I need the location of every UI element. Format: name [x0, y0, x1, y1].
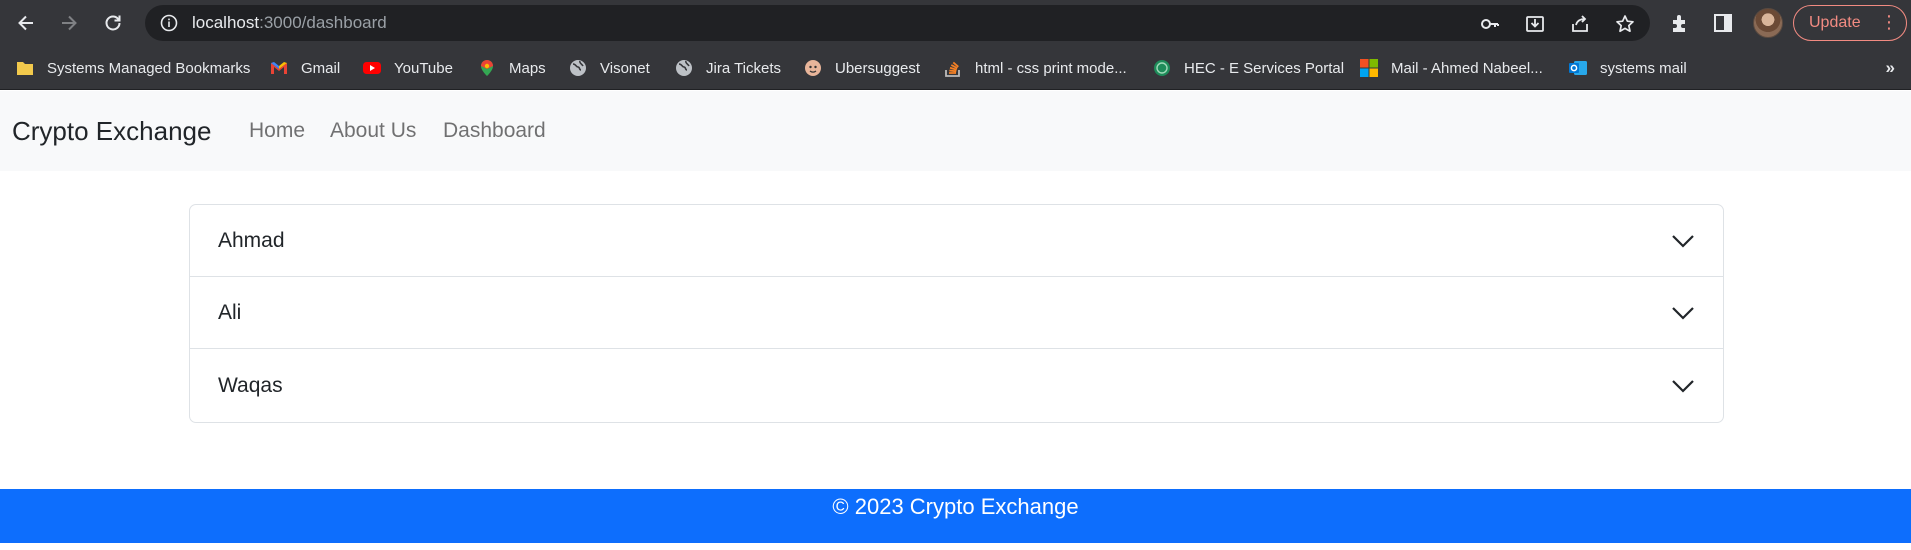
- extensions-icon[interactable]: [1669, 12, 1691, 34]
- forward-arrow-icon: [62, 15, 77, 31]
- accordion-item-title: Ali: [218, 301, 242, 324]
- back-button[interactable]: [11, 8, 41, 38]
- forward-button[interactable]: [54, 8, 84, 38]
- bookmark-label: Mail - Ahmed Nabeel...: [1391, 59, 1543, 77]
- update-label: Update: [1809, 14, 1861, 31]
- reload-button[interactable]: [98, 8, 128, 38]
- gmail-icon: [271, 62, 287, 74]
- bookmark-mail-ahmed[interactable]: Mail - Ahmed Nabeel...: [1360, 46, 1543, 90]
- bookmark-label: YouTube: [394, 59, 453, 77]
- bookmark-label: systems mail: [1600, 59, 1687, 77]
- hec-icon: [1154, 60, 1170, 76]
- microsoft-icon: [1360, 59, 1378, 77]
- stackoverflow-icon: [945, 61, 960, 77]
- chevron-down-icon: [1672, 307, 1694, 320]
- bookmark-ubersuggest[interactable]: Ubersuggest: [804, 46, 920, 90]
- accordion-item[interactable]: Ahmad: [190, 205, 1723, 277]
- bookmark-jira-tickets[interactable]: Jira Tickets: [675, 46, 781, 90]
- bookmarks-bar: Systems Managed Bookmarks Gmail YouTube …: [0, 46, 1911, 90]
- globe-icon: [570, 60, 586, 76]
- browser-toolbar: localhost:3000/dashboard Update ⋮: [0, 0, 1911, 46]
- maps-icon: [481, 60, 493, 76]
- bookmark-gmail[interactable]: Gmail: [270, 46, 340, 90]
- users-accordion: Ahmad Ali Waqas: [189, 204, 1724, 423]
- share-icon[interactable]: [1570, 14, 1590, 34]
- bookmarks-overflow-button[interactable]: »: [1886, 58, 1895, 78]
- bookmark-youtube[interactable]: YouTube: [363, 46, 453, 90]
- bookmark-label: Ubersuggest: [835, 59, 921, 77]
- outlook-icon: [1569, 61, 1587, 75]
- address-bar[interactable]: localhost:3000/dashboard: [145, 5, 1650, 41]
- nav-link-dashboard[interactable]: Dashboard: [443, 91, 546, 171]
- bookmark-label: html - css print mode...: [975, 59, 1127, 77]
- bookmark-hec-portal[interactable]: HEC - E Services Portal: [1153, 46, 1344, 90]
- bookmark-label: Maps: [509, 59, 546, 77]
- footer-copyright: © 2023 Crypto Exchange: [832, 494, 1079, 519]
- bookmark-maps[interactable]: Maps: [478, 46, 546, 90]
- bookmark-label: Systems Managed Bookmarks: [47, 59, 251, 77]
- profile-avatar[interactable]: [1753, 8, 1783, 38]
- accordion-item-title: Ahmad: [218, 229, 285, 252]
- back-arrow-icon: [18, 15, 33, 31]
- chevron-down-icon: [1672, 380, 1694, 393]
- install-app-icon[interactable]: [1525, 14, 1545, 34]
- accordion-item[interactable]: Ali: [190, 277, 1723, 349]
- bookmark-systems-managed[interactable]: Systems Managed Bookmarks: [16, 46, 250, 90]
- nav-link-home[interactable]: Home: [249, 91, 305, 171]
- navbar-brand[interactable]: Crypto Exchange: [12, 91, 211, 171]
- bookmark-label: Visonet: [600, 59, 650, 77]
- bookmark-systems-mail[interactable]: systems mail: [1569, 46, 1687, 90]
- chevron-down-icon: [1672, 235, 1694, 248]
- folder-icon: [17, 62, 33, 75]
- bookmark-label: HEC - E Services Portal: [1184, 59, 1345, 77]
- bookmark-visonet[interactable]: Visonet: [569, 46, 650, 90]
- more-menu-icon[interactable]: ⋮: [1880, 6, 1898, 38]
- bookmark-label: Gmail: [301, 59, 341, 77]
- side-panel-icon[interactable]: [1712, 12, 1734, 34]
- reload-icon: [105, 15, 121, 31]
- bookmark-stackoverflow[interactable]: html - css print mode...: [944, 46, 1127, 90]
- accordion-item[interactable]: Waqas: [190, 350, 1723, 422]
- accordion-item-title: Waqas: [218, 374, 283, 397]
- ubersuggest-icon: [805, 60, 821, 76]
- update-button[interactable]: Update ⋮: [1793, 5, 1907, 41]
- nav-link-about-us[interactable]: About Us: [330, 91, 416, 171]
- bookmark-star-icon[interactable]: [1615, 14, 1635, 34]
- key-icon[interactable]: [1480, 14, 1500, 34]
- site-navbar: Crypto Exchange Home About Us Dashboard: [0, 91, 1911, 171]
- site-info-icon[interactable]: [160, 14, 178, 32]
- url-host: localhost: [192, 13, 260, 32]
- site-footer: © 2023 Crypto Exchange: [0, 489, 1911, 543]
- youtube-icon: [363, 62, 381, 74]
- globe-icon: [676, 60, 692, 76]
- bookmark-label: Jira Tickets: [706, 59, 782, 77]
- url-text: localhost:3000/dashboard: [192, 5, 387, 41]
- url-path: :3000/dashboard: [259, 13, 387, 32]
